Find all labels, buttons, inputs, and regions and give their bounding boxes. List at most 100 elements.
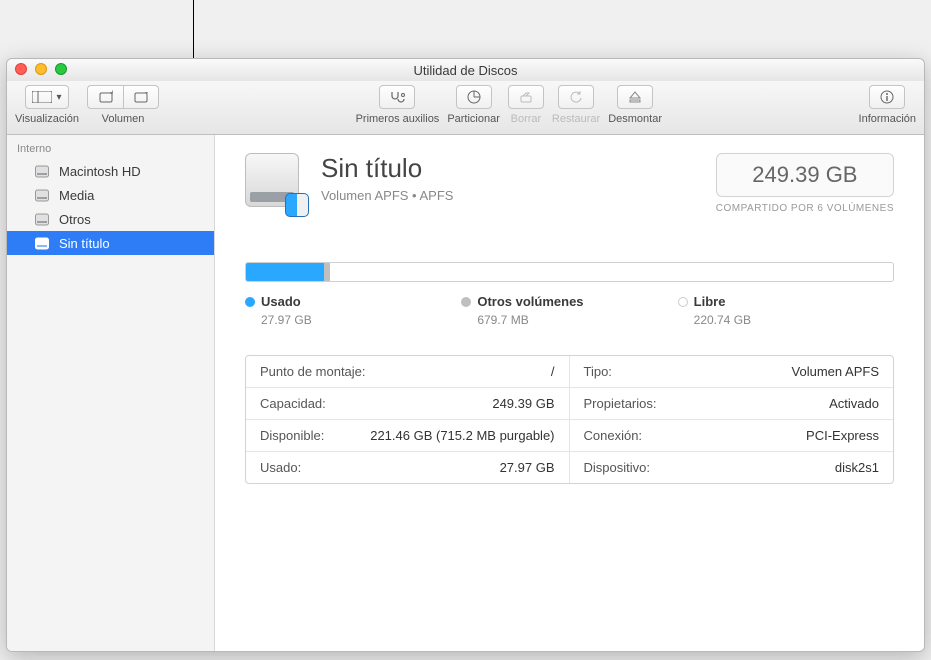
chevron-down-icon: ▾ — [56, 92, 61, 103]
disk-plus-icon: + — [99, 90, 113, 104]
restore-icon — [569, 90, 583, 104]
sidebar-icon — [32, 91, 52, 103]
content-area: Interno Macintosh HD Media Otros Sin título… — [7, 135, 924, 651]
restore-label: Restaurar — [552, 113, 600, 125]
info-value: PCI-Express — [806, 428, 879, 443]
app-window: Utilidad de Discos ▾ Visualización — [6, 58, 925, 652]
info-label: Información — [859, 113, 916, 125]
usage-bar-other — [324, 263, 330, 281]
close-button[interactable] — [15, 63, 27, 75]
minimize-button[interactable] — [35, 63, 47, 75]
legend-other-label: Otros volúmenes — [477, 294, 583, 309]
svg-text:−: − — [145, 90, 148, 97]
info-value: disk2s1 — [835, 460, 879, 475]
info-key: Capacidad: — [260, 396, 326, 411]
shared-note: COMPARTIDO POR 6 VOLÚMENES — [716, 203, 894, 214]
view-button[interactable]: ▾ — [25, 85, 68, 109]
view-group: ▾ Visualización — [15, 85, 79, 125]
restore-button[interactable] — [558, 85, 594, 109]
add-volume-button[interactable]: + — [87, 85, 123, 109]
info-key: Disponible: — [260, 428, 324, 443]
volume-header: Sin título Volumen APFS • APFS 249.39 GB… — [245, 153, 894, 214]
info-value: 27.97 GB — [500, 460, 555, 475]
info-button[interactable] — [869, 85, 905, 109]
remove-volume-button[interactable]: − — [123, 85, 159, 109]
sidebar-item-label: Macintosh HD — [59, 164, 141, 179]
main-panel: Sin título Volumen APFS • APFS 249.39 GB… — [215, 135, 924, 651]
legend-used-value: 27.97 GB — [245, 313, 461, 327]
disk-minus-icon: − — [134, 90, 148, 104]
usage-legend: Usado 27.97 GB Otros volúmenes 679.7 MB … — [245, 294, 894, 327]
sidebar-item[interactable]: Media — [7, 183, 214, 207]
firstaid-button[interactable] — [379, 85, 415, 109]
legend-free-label: Libre — [694, 294, 726, 309]
partition-label: Particionar — [447, 113, 500, 125]
erase-icon — [519, 90, 533, 104]
swatch-icon — [461, 297, 471, 307]
info-key: Dispositivo: — [584, 460, 650, 475]
firstaid-label: Primeros auxilios — [356, 113, 440, 125]
info-value: Activado — [829, 396, 879, 411]
usage-bar-used — [246, 263, 324, 281]
swatch-icon — [678, 297, 688, 307]
eject-icon — [628, 90, 642, 104]
volume-group: + − Volumen — [87, 85, 159, 125]
info-key: Conexión: — [584, 428, 643, 443]
info-key: Tipo: — [584, 364, 612, 379]
info-row: Capacidad: 249.39 GB — [246, 388, 570, 420]
partition-button[interactable] — [456, 85, 492, 109]
disk-icon — [33, 186, 51, 204]
legend-free-value: 220.74 GB — [678, 313, 894, 327]
unmount-group: Desmontar — [608, 85, 662, 125]
restore-group: Restaurar — [552, 85, 600, 125]
sidebar: Interno Macintosh HD Media Otros Sin título — [7, 135, 215, 651]
info-value: Volumen APFS — [792, 364, 879, 379]
volume-icon — [245, 153, 305, 213]
legend-other-value: 679.7 MB — [461, 313, 677, 327]
zoom-button[interactable] — [55, 63, 67, 75]
erase-button[interactable] — [508, 85, 544, 109]
sidebar-item[interactable]: Otros — [7, 207, 214, 231]
info-row: Conexión: PCI-Express — [570, 420, 894, 452]
view-label: Visualización — [15, 113, 79, 125]
info-icon — [880, 90, 894, 104]
info-value: / — [551, 364, 555, 379]
unmount-button[interactable] — [617, 85, 653, 109]
window-controls — [15, 63, 67, 75]
info-value: 249.39 GB — [492, 396, 554, 411]
volume-name: Sin título — [321, 153, 453, 184]
info-row: Punto de montaje: / — [246, 356, 570, 388]
annotation-line — [193, 0, 194, 58]
info-key: Punto de montaje: — [260, 364, 366, 379]
titlebar: Utilidad de Discos — [7, 59, 924, 81]
info-row: Dispositivo: disk2s1 — [570, 452, 894, 483]
usage-section: Usado 27.97 GB Otros volúmenes 679.7 MB … — [245, 262, 894, 327]
sidebar-item[interactable]: Macintosh HD — [7, 159, 214, 183]
legend-free: Libre 220.74 GB — [678, 294, 894, 327]
sidebar-item-label: Otros — [59, 212, 91, 227]
volume-size-badge: 249.39 GB — [716, 153, 894, 197]
toolbar: ▾ Visualización + − — [7, 81, 924, 135]
info-row: Propietarios: Activado — [570, 388, 894, 420]
info-row: Disponible: 221.46 GB (715.2 MB purgable) — [246, 420, 570, 452]
disk-icon — [33, 210, 51, 228]
disk-icon — [33, 162, 51, 180]
sidebar-item[interactable]: Sin título — [7, 231, 214, 255]
sidebar-header: Interno — [7, 139, 214, 159]
partition-group: Particionar — [447, 85, 500, 125]
info-key: Propietarios: — [584, 396, 657, 411]
svg-text:+: + — [110, 90, 113, 97]
info-table: Punto de montaje: / Tipo: Volumen APFS Capac… — [245, 355, 894, 484]
legend-other: Otros volúmenes 679.7 MB — [461, 294, 677, 327]
pie-icon — [467, 90, 481, 104]
legend-used-label: Usado — [261, 294, 301, 309]
finder-badge-icon — [285, 193, 309, 217]
legend-used: Usado 27.97 GB — [245, 294, 461, 327]
info-value: 221.46 GB (715.2 MB purgable) — [370, 428, 554, 443]
info-row: Usado:27.97 GB — [246, 452, 570, 483]
disk-icon — [33, 234, 51, 252]
unmount-label: Desmontar — [608, 113, 662, 125]
usage-bar — [245, 262, 894, 282]
volume-subtitle: Volumen APFS • APFS — [321, 188, 453, 203]
stethoscope-icon — [389, 90, 405, 104]
